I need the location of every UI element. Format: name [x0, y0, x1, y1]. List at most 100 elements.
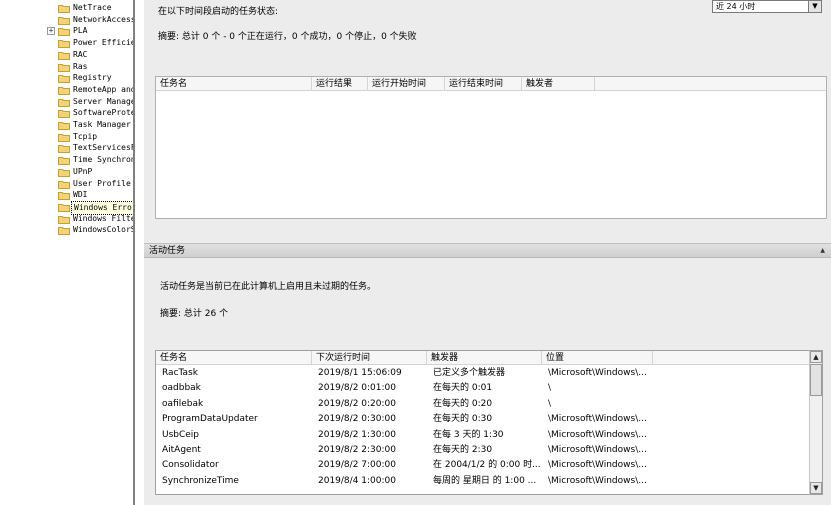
folder-icon	[58, 203, 70, 212]
active-tasks-summary: 摘要: 总计 26 个	[160, 309, 229, 319]
cell-trigger: 在 2004/1/2 的 0:00 时...	[433, 460, 541, 471]
column-header-location[interactable]: 位置	[542, 351, 653, 365]
tree-item-label: Ras	[73, 61, 88, 71]
task-status-summary: 摘要: 总计 0 个 - 0 个正在运行，0 个成功，0 个停止，0 个失败	[158, 32, 417, 42]
tree-item[interactable]: Power Efficie	[0, 37, 133, 49]
folder-icon	[58, 133, 70, 142]
tree-item-label: WindowsColorS	[73, 225, 133, 235]
cell-task-name: AitAgent	[162, 445, 201, 455]
tree-item[interactable]: WindowsColorS	[0, 224, 133, 236]
column-header-task-name[interactable]: 任务名	[156, 351, 312, 365]
active-tasks-scrollbar[interactable]: ▲ ▼	[809, 350, 823, 495]
column-header-run-result[interactable]: 运行结果	[312, 77, 368, 91]
table-row[interactable]: oafilebak 2019/8/2 0:20:00 在每天的 0:20 \	[156, 397, 810, 412]
folder-icon	[58, 74, 70, 84]
tree-item-label: User Profile	[73, 178, 131, 188]
cell-task-name: ProgramDataUpdater	[162, 414, 258, 425]
tree-item[interactable]: Registry	[0, 72, 133, 84]
task-status-grid[interactable]: 任务名 运行结果 运行开始时间 运行结束时间 触发者	[155, 76, 827, 219]
active-tasks-description: 活动任务是当前已在此计算机上启用且未过期的任务。	[160, 282, 377, 292]
cell-location: \Microsoft\Windows\...	[548, 368, 647, 378]
table-row[interactable]: ProgramDataUpdater 2019/8/2 0:30:00 在每天的 0…	[156, 412, 810, 427]
scroll-down-icon[interactable]: ▼	[810, 482, 822, 494]
grid-header: 任务名 运行结果 运行开始时间 运行结束时间 触发者	[156, 77, 826, 91]
tree-item[interactable]: TextServicesF	[0, 142, 133, 154]
cell-trigger: 在每天的 2:30	[433, 445, 493, 455]
cell-next-run: 2019/8/2 7:00:00	[318, 460, 396, 471]
active-tasks-title: 活动任务	[149, 246, 186, 256]
folder-icon	[58, 98, 70, 107]
column-header-triggered-by[interactable]: 触发者	[522, 77, 595, 91]
column-header-next-run[interactable]: 下次运行时间	[312, 351, 427, 365]
tree-item[interactable]: RAC	[0, 49, 133, 61]
cell-next-run: 2019/8/2 1:30:00	[318, 429, 396, 440]
tree-item-label: Power Efficie	[73, 38, 133, 48]
cell-task-name: Consolidator	[162, 460, 219, 471]
cell-task-name: oadbbak	[162, 383, 201, 394]
tree-item[interactable]: Tcpip	[0, 131, 133, 143]
cell-location: \Microsoft\Windows\...	[548, 429, 647, 440]
cell-trigger: 每周的 星期日 的 1:00 ...	[433, 475, 537, 486]
tree-item[interactable]: Task Manager	[0, 119, 133, 131]
column-header-run-start[interactable]: 运行开始时间	[368, 77, 445, 91]
table-row[interactable]: SynchronizeTime 2019/8/4 1:00:00 每周的 星期日 的…	[156, 474, 810, 489]
tree-item[interactable]: NetworkAccess	[0, 14, 133, 26]
tree-gutter	[135, 0, 144, 505]
cell-task-name: oafilebak	[162, 398, 204, 409]
tree-item[interactable]: NetTrace	[0, 2, 133, 14]
folder-icon	[58, 156, 70, 166]
cell-trigger: 在每天的 0:30	[433, 414, 493, 425]
tree-item[interactable]: Time Synchron	[0, 154, 133, 166]
grid-header: 任务名 下次运行时间 触发器 位置	[156, 351, 810, 365]
tree-item[interactable]: + PLA	[0, 25, 133, 37]
column-header-run-end[interactable]: 运行结束时间	[445, 77, 522, 91]
folder-icon	[58, 86, 70, 95]
time-range-select[interactable]: 近 24 小时 ▼	[712, 0, 822, 13]
tree-item[interactable]: RemoteApp and	[0, 84, 133, 96]
cell-trigger: 在每天的 0:01	[433, 383, 493, 394]
folder-icon	[58, 121, 70, 130]
cell-location: \	[548, 383, 552, 394]
folder-icon	[58, 226, 70, 236]
scroll-up-icon[interactable]: ▲	[810, 351, 822, 363]
tree-item[interactable]: Server Manage	[0, 96, 133, 108]
collapse-up-icon[interactable]: ▲	[820, 247, 825, 254]
column-header-task-name[interactable]: 任务名	[156, 77, 312, 91]
active-tasks-grid[interactable]: 任务名 下次运行时间 触发器 位置 RacTask 2019/8/1 15:06:…	[155, 350, 823, 495]
task-status-label: 在以下时间段启动的任务状态:	[158, 7, 279, 17]
cell-trigger: 已定义多个触发器	[433, 368, 506, 378]
tree-item-label: RAC	[73, 49, 88, 59]
folder-icon	[58, 39, 70, 49]
folder-icon	[58, 51, 70, 60]
tree-item[interactable]: User Profile	[0, 178, 133, 190]
cell-next-run: 2019/8/2 0:01:00	[318, 383, 396, 394]
tree-item[interactable]: UPnP	[0, 166, 133, 178]
folder-icon	[58, 144, 70, 154]
tree-item-label: NetTrace	[73, 3, 112, 12]
cell-next-run: 2019/8/1 15:06:09	[318, 368, 402, 378]
tree-item-label: NetworkAccess	[73, 14, 133, 24]
cell-task-name: UsbCeip	[162, 429, 200, 440]
table-row[interactable]: RacTask 2019/8/1 15:06:09 已定义多个触发器 \Microso…	[156, 366, 810, 381]
cell-location: \Microsoft\Windows\...	[548, 414, 647, 425]
task-folder-tree[interactable]: NetTrace NetworkAccess + PLA Power Efficie RA…	[0, 0, 133, 505]
tree-item[interactable]: WDI	[0, 189, 133, 201]
table-row[interactable]: UsbCeip 2019/8/2 1:30:00 在每 3 天的 1:30 \Micr…	[156, 428, 810, 443]
scrollbar-thumb[interactable]	[810, 364, 822, 396]
folder-icon	[58, 16, 70, 25]
chevron-down-icon[interactable]: ▼	[808, 1, 821, 12]
tree-item[interactable]: Ras	[0, 61, 133, 73]
tree-item[interactable]: SoftwareProte	[0, 107, 133, 119]
folder-icon	[58, 180, 70, 189]
active-tasks-header[interactable]: 活动任务 ▲	[144, 243, 831, 258]
tree-item[interactable]: Windows Error Reporting	[0, 200, 133, 215]
tree-item-label: RemoteApp and	[73, 84, 133, 94]
table-row[interactable]: oadbbak 2019/8/2 0:01:00 在每天的 0:01 \	[156, 381, 810, 396]
tree-item-label: Tcpip	[73, 131, 98, 141]
column-header-trigger[interactable]: 触发器	[427, 351, 542, 365]
expand-toggle-icon[interactable]: +	[47, 27, 55, 36]
time-range-value: 近 24 小时	[716, 2, 756, 11]
table-row[interactable]: Consolidator 2019/8/2 7:00:00 在 2004/1/2 的…	[156, 458, 810, 473]
cell-next-run: 2019/8/2 0:20:00	[318, 398, 396, 409]
table-row[interactable]: AitAgent 2019/8/2 2:30:00 在每天的 2:30 \Micros…	[156, 443, 810, 458]
